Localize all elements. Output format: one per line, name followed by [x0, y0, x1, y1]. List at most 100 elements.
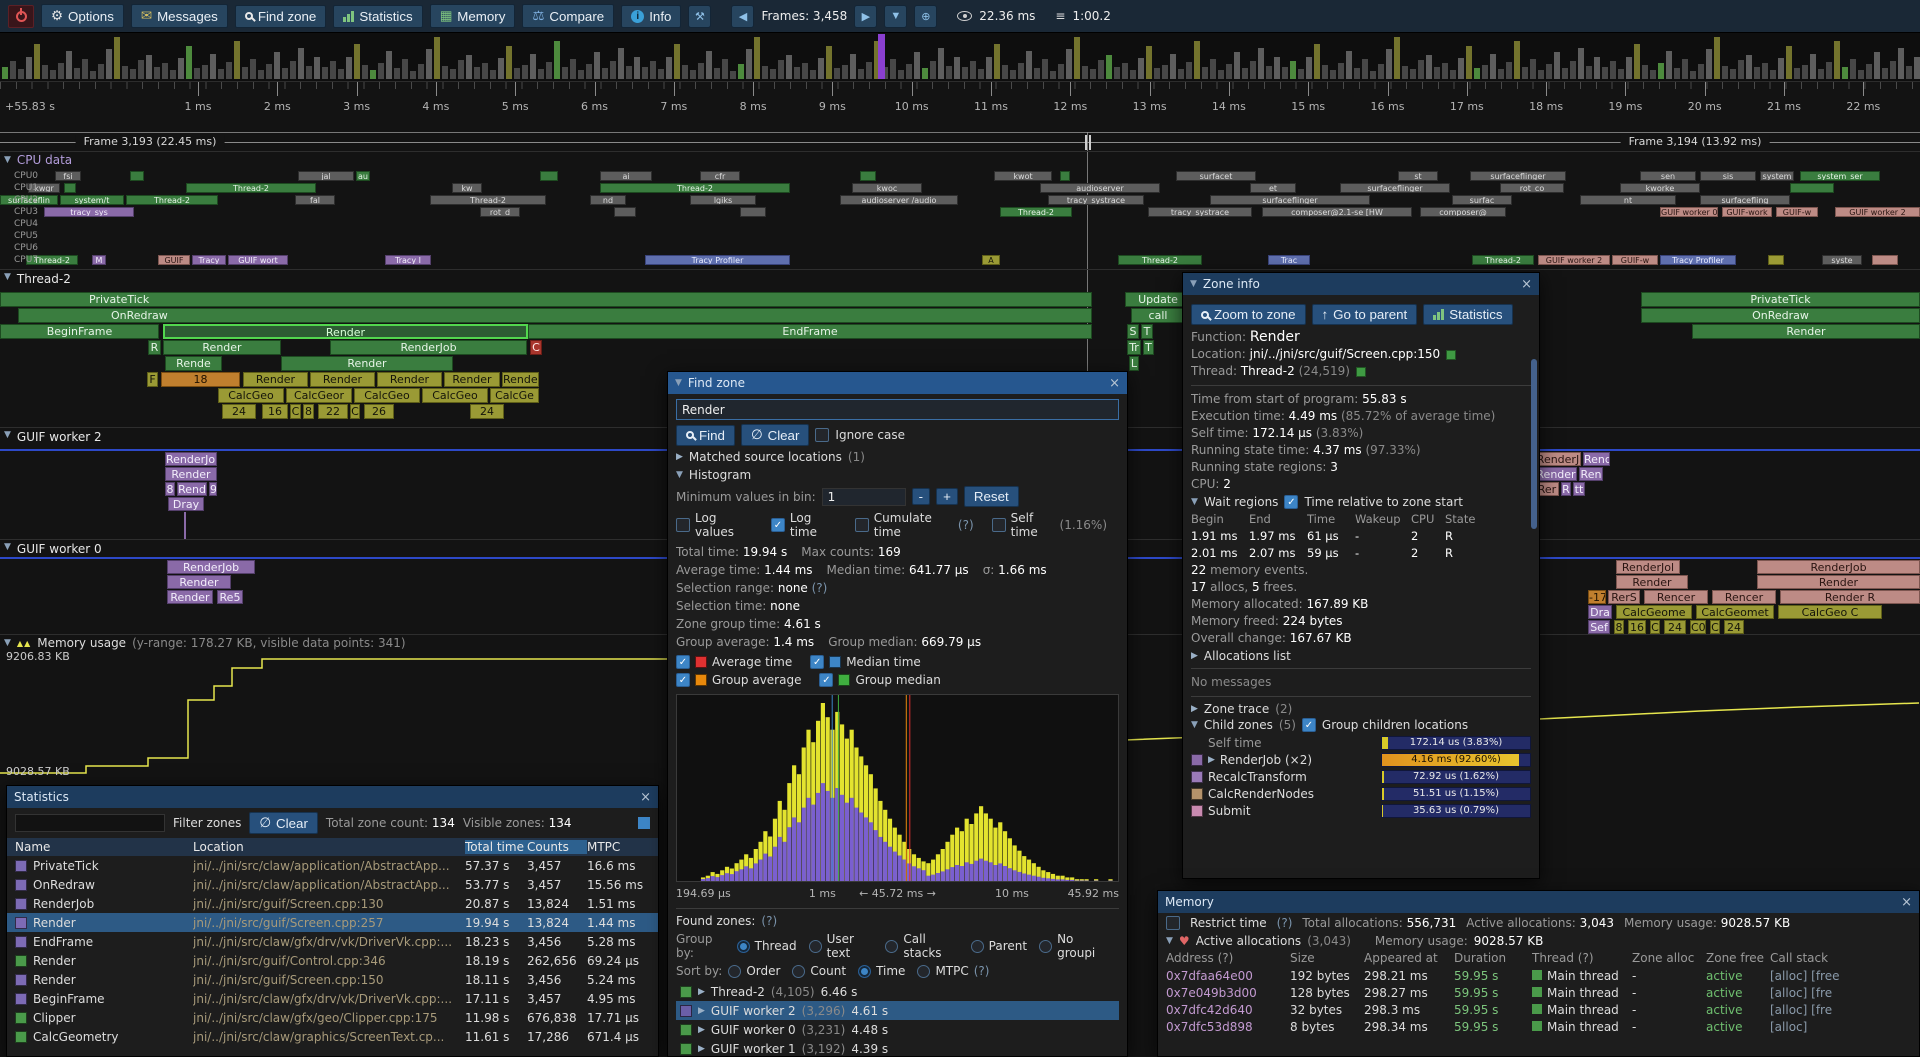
timeline-zone[interactable]: 24	[1664, 620, 1686, 634]
allocation-cell[interactable]: [alloc] [fre	[1770, 1003, 1910, 1017]
frame-bar[interactable]	[426, 49, 432, 79]
frame-bar[interactable]	[1338, 63, 1344, 79]
frame-bar[interactable]	[1426, 55, 1432, 79]
cpu-zone[interactable]: sis	[1700, 171, 1756, 181]
cpu-zone[interactable]: Thread-2	[600, 183, 790, 193]
find-zone-titlebar[interactable]: ▼ Find zone ×	[668, 372, 1127, 394]
statistics-row[interactable]: BeginFramejni/../jni/src/claw/gfx/drv/vk…	[7, 989, 658, 1008]
collapse-icon[interactable]: ▼	[1191, 497, 1198, 507]
radio-button[interactable]	[858, 965, 871, 978]
statistics-row[interactable]: Renderjni/../jni/src/guif/Screen.cpp:150…	[7, 970, 658, 989]
frame-bar[interactable]	[282, 68, 288, 79]
frame-bar[interactable]	[458, 60, 464, 79]
cpu-zone[interactable]: tracy_sys	[44, 207, 134, 217]
frame-bar[interactable]	[1466, 46, 1472, 79]
frame-bar[interactable]	[98, 64, 104, 79]
frame-bar[interactable]	[1090, 69, 1096, 79]
allocation-row[interactable]: 0x7dfaa64e00192 bytes298.21 ms59.95 sMai…	[1158, 967, 1919, 984]
frame-bar[interactable]	[1578, 48, 1584, 79]
cpu-zone[interactable]: surfaceflinger	[1470, 171, 1566, 181]
frame-bar[interactable]	[1682, 59, 1688, 79]
cpu-zone[interactable]: GUIF	[158, 255, 190, 265]
frame-bar[interactable]	[498, 58, 504, 79]
ignore-case-checkbox[interactable]	[815, 428, 829, 442]
timeline-zone[interactable]: Render	[377, 372, 442, 387]
frame-bar[interactable]	[714, 68, 720, 79]
frame-bar[interactable]	[1626, 57, 1632, 79]
cpu-zone[interactable]: Tracy Profiler	[645, 255, 790, 265]
allocation-row[interactable]: 0x7dfc42d64032 bytes298.3 ms59.95 sMain …	[1158, 1001, 1919, 1018]
radio-thread[interactable]: Thread	[737, 932, 797, 960]
timeline-zone[interactable]: 24	[470, 404, 504, 419]
column-header-mtpc[interactable]: MTPC	[587, 840, 653, 854]
frame-bar[interactable]	[778, 60, 784, 79]
frame-bar[interactable]	[754, 37, 760, 79]
cpu-zone[interactable]: jal	[298, 171, 354, 181]
column-header-zone-free[interactable]: Zone free	[1706, 951, 1770, 965]
column-header-call-stack[interactable]: Call stack	[1770, 951, 1910, 965]
time-relative-checkbox[interactable]: ✓	[1284, 495, 1298, 509]
timeline-zone[interactable]: CalcGeo	[422, 388, 488, 403]
frame-bar[interactable]	[618, 48, 624, 79]
frame-bar[interactable]	[1282, 67, 1288, 79]
frame-bar[interactable]	[802, 63, 808, 79]
memory-button[interactable]: ▦Memory	[430, 4, 516, 28]
frame-bar[interactable]	[1514, 41, 1520, 79]
cpu-zone[interactable]	[740, 207, 766, 217]
frame-bar[interactable]	[1610, 61, 1616, 79]
frame-bar[interactable]	[346, 57, 352, 79]
frame-bar[interactable]	[594, 52, 600, 79]
cpu-zone[interactable]: fsi	[55, 171, 81, 181]
frame-bar[interactable]	[1810, 54, 1816, 79]
column-header-thread[interactable]: Thread (?)	[1532, 951, 1632, 965]
frame-bar[interactable]	[1594, 57, 1600, 79]
allocations-table-header[interactable]: Address (?)SizeAppeared atDurationThread…	[1158, 949, 1919, 967]
statistics-button[interactable]: Statistics	[333, 5, 422, 28]
timeline-zone[interactable]: CalcGeome	[1616, 605, 1692, 619]
frame-bar[interactable]	[1706, 49, 1712, 79]
frame-bar[interactable]	[818, 58, 824, 79]
frame-dropdown-button[interactable]: ▼	[884, 5, 907, 28]
frame-bar[interactable]	[362, 65, 368, 79]
cpu-zone[interactable]: ai	[600, 171, 652, 181]
frame-bar[interactable]	[178, 58, 184, 79]
frame-bar[interactable]	[306, 66, 312, 79]
frame-bar[interactable]	[1066, 49, 1072, 79]
frame-bar[interactable]	[1434, 67, 1440, 79]
timeline-zone[interactable]: 18	[161, 372, 240, 387]
checkbox[interactable]: ✓	[676, 673, 690, 687]
frame-bar[interactable]	[1410, 69, 1416, 79]
frame-bar[interactable]	[1498, 69, 1504, 79]
timeline-zone[interactable]: Render	[1692, 324, 1920, 339]
frame-bar[interactable]	[1802, 65, 1808, 79]
checkbox[interactable]: ✓	[810, 655, 824, 669]
timeline-zone[interactable]: Render	[167, 575, 231, 589]
cpu-zone[interactable]: surfaceflinger	[1210, 195, 1370, 205]
frame-bar[interactable]	[1154, 68, 1160, 79]
frame-bar[interactable]	[946, 66, 952, 79]
found-zone-group[interactable]: ▶GUIF worker 0 (3,231) 4.48 s	[676, 1020, 1119, 1039]
statistics-table-header[interactable]: NameLocationTotal timeCountsMTPC	[7, 838, 658, 856]
search-input[interactable]	[676, 399, 1119, 420]
frame-bar[interactable]	[530, 54, 536, 79]
statistics-row[interactable]: RenderJobjni/../jni/src/guif/Screen.cpp:…	[7, 894, 658, 913]
frame-bar[interactable]	[978, 69, 984, 79]
timeline-zone[interactable]: OnRedraw	[1641, 308, 1920, 323]
collapse-icon[interactable]: ▼	[4, 430, 11, 444]
timeline-zone[interactable]: C	[290, 404, 301, 419]
frame-bar[interactable]	[1010, 70, 1016, 79]
close-icon[interactable]: ×	[1109, 376, 1120, 391]
radio-button[interactable]	[917, 965, 930, 978]
cpu-zone[interactable]: Thread-2	[186, 183, 316, 193]
help-icon[interactable]: (?)	[958, 518, 974, 532]
frame-bar[interactable]	[602, 68, 608, 79]
cpu-zone[interactable]: surfaceflinger	[1340, 183, 1450, 193]
frame-bar[interactable]	[578, 70, 584, 79]
frame-bar[interactable]	[514, 68, 520, 79]
frame-bar[interactable]	[122, 66, 128, 79]
frame-bar[interactable]	[650, 61, 656, 79]
go-to-parent-button[interactable]: ↑Go to parent	[1312, 304, 1418, 325]
frame-bar[interactable]	[298, 48, 304, 79]
frame-bar[interactable]	[1114, 67, 1120, 79]
radio-parent[interactable]: Parent	[971, 932, 1027, 960]
